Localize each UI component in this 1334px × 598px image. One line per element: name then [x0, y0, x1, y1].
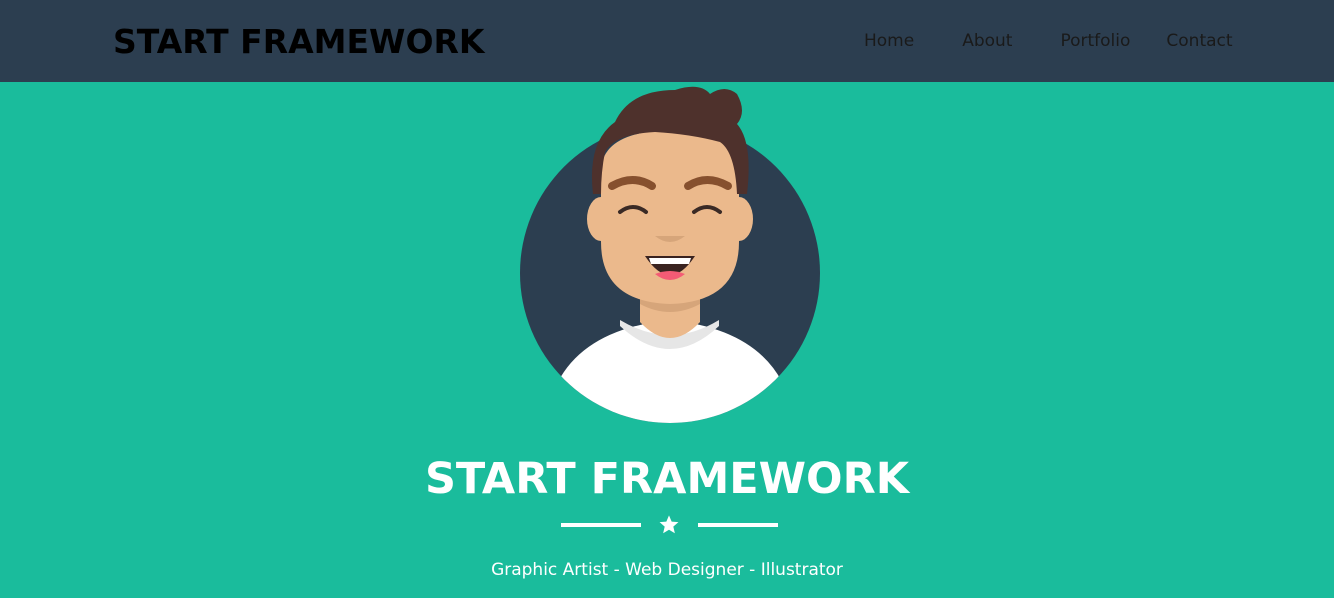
nav-link-contact[interactable]: Contact — [1166, 29, 1232, 53]
nav-link-portfolio[interactable]: Portfolio — [1060, 29, 1130, 53]
nav-links: Home About Portfolio Contact — [864, 29, 1233, 53]
star-divider — [561, 508, 778, 542]
hero-title: START FRAMEWORK — [424, 454, 910, 504]
smiling-person-avatar-icon — [520, 86, 820, 423]
brand-logo-link[interactable]: START FRAMEWORK — [113, 20, 485, 64]
navbar: START FRAMEWORK Home About Portfolio Con… — [0, 0, 1334, 82]
nav-link-about[interactable]: About — [962, 29, 1012, 53]
divider-line-left — [561, 523, 641, 527]
divider-line-right — [698, 523, 778, 527]
hero-subtitle: Graphic Artist - Web Designer - Illustra… — [491, 560, 843, 580]
nav-link-home[interactable]: Home — [864, 29, 914, 53]
star-icon — [659, 515, 679, 534]
hero-section: START FRAMEWORK Graphic Artist - Web Des… — [0, 82, 1334, 598]
